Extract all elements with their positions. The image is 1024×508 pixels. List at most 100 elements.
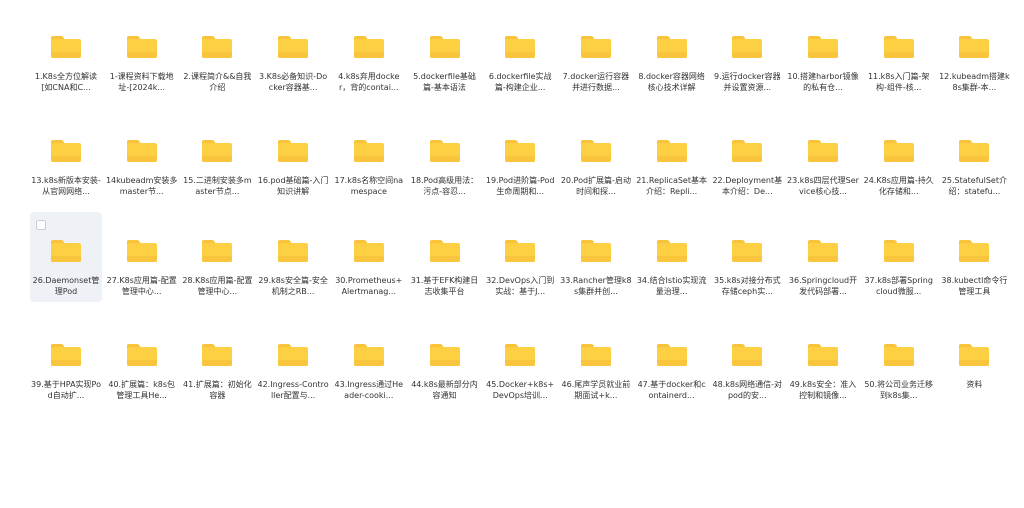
folder-icon (883, 36, 914, 58)
folder-item[interactable]: 30.Prometheus+Alertmanag... (333, 212, 405, 296)
folder-item[interactable]: 35.k8s对接分布式存储ceph实... (711, 212, 783, 296)
folder-item[interactable]: 11.k8s入门篇-架构-组件-核... (863, 8, 935, 92)
folder-label: 40.扩展篇：k8s包管理工具He... (108, 380, 175, 400)
folder-item[interactable]: 22.Deployment基本介绍：De... (711, 112, 783, 196)
folder-label: 25.StatefulSet介绍：statefu... (941, 176, 1007, 196)
folder-item[interactable]: 5.dockerfile基础篇-基本语法 (409, 8, 481, 92)
folder-icon (580, 344, 611, 366)
folder-label: 43.Ingress通过Header-cooki... (334, 380, 404, 400)
folder-item[interactable]: 47.基于docker和containerd... (636, 316, 708, 400)
folder-item[interactable]: 15.二进制安装多master节点... (181, 112, 253, 196)
folder-item[interactable]: 29.k8s安全篇-安全机制之RB... (257, 212, 329, 296)
folder-item[interactable]: 31.基于EFK构建日志收集平台 (409, 212, 481, 296)
folder-item[interactable]: 42.Ingress-Controller配置与... (257, 316, 329, 400)
folder-icon (505, 36, 536, 58)
folder-icon (580, 240, 611, 262)
folder-label: 19.Pod进阶篇-Pod生命周期和... (485, 176, 555, 196)
folder-icon (656, 36, 687, 58)
folder-label: 24.K8s应用篇-持久化存储和... (863, 176, 934, 196)
folder-item[interactable]: 41.扩展篇：初始化容器 (181, 316, 253, 400)
folder-label: 4.k8s弃用docker，背的contai... (338, 72, 400, 92)
folder-item[interactable]: 50.将公司业务迁移到k8s集... (863, 316, 935, 400)
folder-icon (429, 140, 460, 162)
folder-item[interactable]: 48.k8s网络通信-对pod的安... (711, 316, 783, 400)
folder-item[interactable]: 21.ReplicaSet基本介绍：Repli... (636, 112, 708, 196)
folder-label: 33.Rancher管理k8s集群并创... (560, 276, 632, 296)
folder-icon (505, 140, 536, 162)
folder-item[interactable]: 23.k8s四层代理Service核心技... (787, 112, 859, 196)
folder-item[interactable]: 32.DevOps入门到实战：基于J... (484, 212, 556, 296)
folder-item[interactable]: 18.Pod高级用法：污点-容忍... (409, 112, 481, 196)
folder-item[interactable]: 10.搭建harbor镜像的私有仓... (787, 8, 859, 92)
folder-item[interactable]: 19.Pod进阶篇-Pod生命周期和... (484, 112, 556, 196)
folder-item[interactable]: 14kubeadm安装多master节... (106, 112, 178, 196)
folder-label: 38.kubectl命令行管理工具 (941, 276, 1008, 296)
folder-icon (580, 36, 611, 58)
folder-label: 46.尾声学员就业前期面试+k... (561, 380, 631, 400)
folder-item[interactable]: 17.k8s名称空间namespace (333, 112, 405, 196)
folder-icon (808, 240, 838, 262)
select-checkbox[interactable] (36, 220, 46, 230)
folder-icon (656, 140, 687, 162)
folder-label: 11.k8s入门篇-架构-组件-核... (867, 72, 930, 92)
folder-label: 47.基于docker和containerd... (637, 380, 706, 400)
folder-item[interactable]: 28.K8s应用篇-配置管理中心... (181, 212, 253, 296)
folder-icon (126, 344, 157, 366)
folder-icon (126, 36, 157, 58)
folder-label: 27.K8s应用篇-配置管理中心... (106, 276, 177, 296)
folder-item[interactable]: 8.docker容器网络核心技术详解 (636, 8, 708, 92)
folder-item[interactable]: 49.k8s安全：准入控制和镜像... (787, 316, 859, 400)
folder-label: 5.dockerfile基础篇-基本语法 (413, 72, 476, 92)
folder-icon (51, 140, 81, 162)
folder-label: 28.K8s应用篇-配置管理中心... (182, 276, 253, 296)
folder-item[interactable]: 12.kubeadm搭建k8s集群-本... (938, 8, 1010, 92)
folder-label: 7.docker运行容器并进行数据... (562, 72, 630, 92)
folder-item[interactable]: 20.Pod扩展篇-启动时间和探... (560, 112, 632, 196)
folder-item[interactable]: 4.k8s弃用docker，背的contai... (333, 8, 405, 92)
folder-item[interactable]: 1.K8s全方位解读[如CNA和C... (30, 8, 102, 92)
folder-label: 20.Pod扩展篇-启动时间和探... (560, 176, 631, 196)
folder-item[interactable]: 37.k8s部署Springcloud微服... (863, 212, 935, 296)
folder-label: 35.k8s对接分布式存储ceph实... (713, 276, 781, 296)
folder-label: 10.搭建harbor镜像的私有仓... (787, 72, 859, 92)
folder-icon (959, 240, 990, 262)
folder-label: 2.课程简介&&自我介绍 (183, 72, 252, 92)
folder-item[interactable]: 40.扩展篇：k8s包管理工具He... (106, 316, 178, 400)
folder-icon (353, 344, 384, 366)
folder-item[interactable]: 16.pod基础篇-入门知识讲解 (257, 112, 329, 196)
folder-label: 42.Ingress-Controller配置与... (257, 380, 329, 400)
folder-item[interactable]: 资料 (938, 316, 1010, 396)
folder-label: 17.k8s名称空间namespace (334, 176, 404, 196)
folder-item[interactable]: 44.k8s最新部分内容通知 (409, 316, 481, 400)
folder-icon (202, 36, 233, 58)
folder-label: 资料 (966, 380, 983, 389)
file-grid: 1.K8s全方位解读[如CNA和C... 1-课程资料下载地址-[2024k...… (0, 0, 1024, 508)
folder-item[interactable]: 7.docker运行容器并进行数据... (560, 8, 632, 92)
folder-item[interactable]: 26.Daemonset管理Pod (30, 212, 102, 302)
folder-item[interactable]: 1-课程资料下载地址-[2024k... (106, 8, 178, 92)
folder-icon (353, 240, 384, 262)
folder-item[interactable]: 13.k8s新版本安装-从官网网络... (30, 112, 102, 196)
folder-item[interactable]: 43.Ingress通过Header-cooki... (333, 316, 405, 400)
folder-item[interactable]: 34.结合Istio实现流量治理... (636, 212, 708, 296)
folder-item[interactable]: 38.kubectl命令行管理工具 (938, 212, 1010, 296)
folder-icon (505, 344, 536, 366)
folder-item[interactable]: 3.K8s必备知识-Docker容器基... (257, 8, 329, 92)
folder-item[interactable]: 45.Docker+k8s+DevOps培训... (484, 316, 556, 400)
folder-item[interactable]: 39.基于HPA实现Pod自动扩... (30, 316, 102, 400)
folder-item[interactable]: 46.尾声学员就业前期面试+k... (560, 316, 632, 400)
folder-label: 6.dockerfile实战篇-构建企业... (488, 72, 552, 92)
folder-item[interactable]: 25.StatefulSet介绍：statefu... (938, 112, 1010, 196)
folder-icon (959, 140, 990, 162)
folder-label: 9.运行docker容器并设置资源... (714, 72, 781, 92)
folder-icon (808, 36, 838, 58)
folder-item[interactable]: 2.课程简介&&自我介绍 (181, 8, 253, 92)
folder-item[interactable]: 33.Rancher管理k8s集群并创... (560, 212, 632, 296)
folder-item[interactable]: 9.运行docker容器并设置资源... (711, 8, 783, 92)
folder-icon (959, 344, 990, 366)
folder-item[interactable]: 24.K8s应用篇-持久化存储和... (863, 112, 935, 196)
folder-item[interactable]: 36.Springcloud开发代码部署... (787, 212, 859, 296)
folder-item[interactable]: 27.K8s应用篇-配置管理中心... (106, 212, 178, 296)
folder-item[interactable]: 6.dockerfile实战篇-构建企业... (484, 8, 556, 92)
folder-label: 49.k8s安全：准入控制和镜像... (789, 380, 857, 400)
